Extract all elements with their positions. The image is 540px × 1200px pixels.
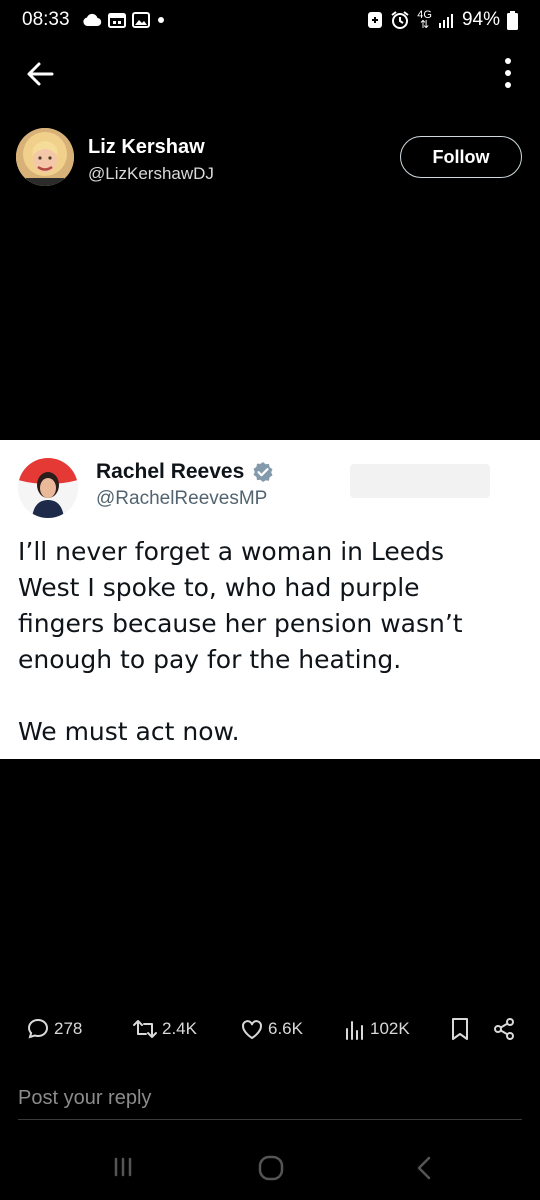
post-paragraph: We must act now.: [18, 717, 240, 746]
views-chart-icon: [346, 1021, 363, 1040]
embedded-avatar: [18, 458, 78, 518]
more-vertical-icon[interactable]: [502, 56, 514, 90]
bookmark-action[interactable]: [450, 1017, 470, 1041]
reply-box: [18, 1080, 522, 1120]
network-type: 4G ⇅: [417, 9, 432, 31]
status-bar: 08:33 4G ⇅ 94%: [0, 0, 540, 40]
share-icon: [494, 1018, 514, 1040]
repost-icon: [133, 1020, 157, 1038]
views-count: 102K: [370, 1019, 410, 1038]
embedded-avatar-image: [18, 458, 78, 518]
post-actions: 278 2.4K 6.6K 102K: [0, 1012, 540, 1046]
post-author: Liz Kershaw @LizKershawDJ Follow: [16, 128, 522, 188]
recent-apps-icon[interactable]: [110, 1154, 136, 1180]
views-action[interactable]: 102K: [344, 1018, 410, 1040]
like-count: 6.6K: [268, 1019, 303, 1038]
reply-action[interactable]: 278: [26, 1017, 82, 1041]
author-handle[interactable]: @LizKershawDJ: [88, 164, 214, 184]
back-nav-icon[interactable]: [412, 1154, 436, 1182]
bookmark-icon: [452, 1018, 468, 1040]
battery-icon: [507, 10, 518, 30]
watermark: [350, 464, 490, 498]
notification-icons: [82, 12, 166, 28]
signal-icon: [438, 14, 453, 28]
like-action[interactable]: 6.6K: [240, 1018, 303, 1040]
embedded-post-image[interactable]: Rachel Reeves @RachelReevesMP I’ll never…: [0, 440, 540, 759]
repost-action[interactable]: 2.4K: [132, 1017, 197, 1041]
reply-input[interactable]: [18, 1080, 522, 1116]
embedded-author-name: Rachel Reeves: [96, 460, 245, 483]
status-bar-right: 4G ⇅ 94%: [367, 9, 518, 31]
calendar-icon: [107, 13, 126, 28]
vpn-icon: [368, 12, 383, 28]
repost-count: 2.4K: [162, 1019, 197, 1038]
status-time: 08:33: [22, 9, 70, 30]
network-label: 4G: [417, 9, 432, 21]
heart-icon: [242, 1020, 262, 1039]
reply-icon: [27, 1018, 49, 1039]
home-icon[interactable]: [257, 1154, 285, 1182]
top-bar: [0, 50, 540, 96]
reply-count: 278: [54, 1019, 83, 1038]
verified-badge-icon: [253, 462, 273, 482]
post-paragraph: I’ll never forget a woman in Leeds West …: [18, 537, 463, 674]
share-action[interactable]: [492, 1017, 516, 1041]
embedded-name-row: Rachel Reeves: [96, 460, 274, 484]
alarm-icon: [391, 11, 409, 29]
follow-button[interactable]: Follow: [400, 136, 522, 178]
author-avatar-image: [16, 128, 74, 186]
author-name[interactable]: Liz Kershaw: [88, 136, 205, 159]
cloud-icon: [82, 13, 101, 27]
battery-percent: 94%: [461, 9, 500, 30]
status-bar-left: 08:33: [22, 9, 166, 31]
system-nav-bar: [0, 1140, 540, 1200]
avatar[interactable]: [16, 128, 74, 186]
embedded-post-text: I’ll never forget a woman in Leeds West …: [18, 534, 510, 750]
dot-icon: [157, 17, 164, 23]
arrow-left-icon[interactable]: [24, 58, 56, 90]
embedded-author-handle: @RachelReevesMP: [96, 488, 268, 509]
gallery-icon: [131, 12, 150, 28]
